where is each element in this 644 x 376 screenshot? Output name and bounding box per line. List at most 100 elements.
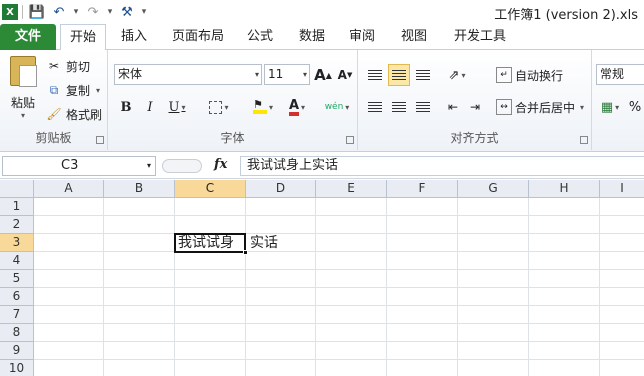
font-group: 宋体 ▾ 11 ▾ A ▲ A ▼ B I U ▾ ▾ ⚑ ▾ A ▾ wén … [108, 50, 358, 150]
customize-qat-icon[interactable]: ▾ [139, 2, 149, 22]
tab-home[interactable]: 开始 [60, 24, 106, 51]
tab-page-layout[interactable]: 页面布局 [164, 24, 232, 50]
column-header-h[interactable]: H [529, 180, 600, 198]
orientation-dropdown-icon[interactable]: ▾ [461, 71, 465, 80]
percent-label: % [628, 99, 642, 115]
top-align-button[interactable] [364, 64, 386, 86]
copy-button[interactable]: ⧉ 复制 ▾ [46, 80, 100, 100]
cut-button[interactable]: ✂ 剪切 [46, 56, 90, 76]
decrease-indent-button[interactable]: ⇤ [442, 96, 464, 118]
paste-dropdown-icon[interactable]: ▾ [6, 111, 40, 120]
column-header-e[interactable]: E [316, 180, 387, 198]
formula-input[interactable]: 我试试身上实话 [240, 156, 644, 176]
font-size-dropdown-icon[interactable]: ▾ [303, 65, 307, 84]
worksheet-grid[interactable]: A B C D E F G H I 1 2 3 4 5 6 7 8 9 10 我… [0, 180, 644, 376]
column-header-c[interactable]: C [175, 180, 246, 198]
redo-icon[interactable]: ↷ [83, 2, 103, 22]
row-header-9[interactable]: 9 [0, 342, 34, 360]
save-icon[interactable]: 💾 [27, 2, 47, 22]
copy-dropdown-icon[interactable]: ▾ [96, 86, 100, 95]
column-header-b[interactable]: B [104, 180, 175, 198]
font-size-combo[interactable]: 11 ▾ [264, 64, 310, 85]
align-right-button[interactable] [412, 96, 434, 118]
insert-function-button[interactable]: fx [214, 157, 227, 172]
currency-button[interactable]: ▦ ▾ [598, 96, 622, 118]
formula-splitter-handle[interactable] [162, 159, 202, 173]
underline-dropdown-icon[interactable]: ▾ [181, 103, 185, 112]
gridline [457, 198, 458, 376]
tab-insert[interactable]: 插入 [112, 24, 156, 50]
row-header-3[interactable]: 3 [0, 234, 34, 252]
row-header-4[interactable]: 4 [0, 252, 34, 270]
row-header-5[interactable]: 5 [0, 270, 34, 288]
percent-button[interactable]: % [626, 96, 644, 118]
number-format-combo[interactable]: 常规 [596, 64, 644, 85]
tab-developer[interactable]: 开发工具 [446, 24, 514, 50]
italic-button[interactable]: I [140, 96, 160, 118]
gridline [174, 198, 175, 376]
wrap-text-label: 自动换行 [515, 68, 564, 83]
row-header-1[interactable]: 1 [0, 198, 34, 216]
column-header-a[interactable]: A [34, 180, 104, 198]
borders-button[interactable]: ▾ [204, 96, 234, 118]
tab-file[interactable]: 文件 [0, 24, 56, 50]
tab-review[interactable]: 审阅 [340, 24, 384, 50]
bottom-align-icon [416, 69, 430, 81]
wrap-text-icon: ↵ [496, 67, 512, 83]
undo-icon[interactable]: ↶ [49, 2, 69, 22]
column-header-f[interactable]: F [387, 180, 458, 198]
name-box-dropdown-icon[interactable]: ▾ [147, 157, 151, 175]
column-header-i[interactable]: I [600, 180, 644, 198]
gridline [34, 269, 644, 270]
bottom-align-button[interactable] [412, 64, 434, 86]
alignment-launcher-icon[interactable] [580, 136, 588, 144]
row-header-7[interactable]: 7 [0, 306, 34, 324]
tab-data[interactable]: 数据 [290, 24, 334, 50]
column-header-d[interactable]: D [246, 180, 316, 198]
row-header-10[interactable]: 10 [0, 360, 34, 376]
fill-handle[interactable] [243, 250, 248, 255]
font-color-dropdown-icon[interactable]: ▾ [301, 103, 305, 112]
align-center-button[interactable] [388, 96, 410, 118]
tab-formulas[interactable]: 公式 [238, 24, 282, 50]
gridline [34, 251, 644, 252]
row-header-8[interactable]: 8 [0, 324, 34, 342]
borders-dropdown-icon[interactable]: ▾ [224, 103, 228, 112]
column-header-g[interactable]: G [458, 180, 529, 198]
underline-button[interactable]: U ▾ [164, 96, 190, 118]
font-name-combo[interactable]: 宋体 ▾ [114, 64, 262, 85]
format-painter-button[interactable]: 🖌 格式刷 [46, 104, 102, 124]
paste-button[interactable]: 粘贴 ▾ [6, 56, 40, 128]
wrap-text-button[interactable]: ↵ 自动换行 [496, 64, 563, 86]
align-center-icon [392, 101, 406, 113]
phonetic-dropdown-icon[interactable]: ▾ [345, 103, 349, 112]
merge-center-button[interactable]: ↔ 合并后居中 ▾ [496, 96, 584, 118]
merge-center-dropdown-icon[interactable]: ▾ [580, 103, 584, 112]
increase-indent-button[interactable]: ⇥ [464, 96, 486, 118]
name-box[interactable]: C3 ▾ [2, 156, 156, 176]
middle-align-button[interactable] [388, 64, 410, 86]
row-header-2[interactable]: 2 [0, 216, 34, 234]
clipboard-launcher-icon[interactable] [96, 136, 104, 144]
currency-dropdown-icon[interactable]: ▾ [615, 103, 619, 112]
select-all-button[interactable] [0, 180, 34, 198]
redo-dropdown-icon[interactable]: ▾ [105, 2, 115, 22]
font-color-button[interactable]: A ▾ [282, 96, 312, 118]
align-left-button[interactable] [364, 96, 386, 118]
orientation-button[interactable]: ⇗ ▾ [442, 64, 472, 86]
tab-view[interactable]: 视图 [392, 24, 436, 50]
tools-icon[interactable]: ⚒ [117, 2, 137, 22]
fill-color-button[interactable]: ⚑ ▾ [248, 96, 278, 118]
bold-button[interactable]: B [116, 96, 136, 118]
undo-dropdown-icon[interactable]: ▾ [71, 2, 81, 22]
font-launcher-icon[interactable] [346, 136, 354, 144]
alignment-group-label: 对齐方式 [450, 131, 499, 145]
fill-color-dropdown-icon[interactable]: ▾ [269, 103, 273, 112]
font-name-dropdown-icon[interactable]: ▾ [255, 65, 259, 84]
phonetic-button[interactable]: wén ▾ [320, 96, 354, 118]
row-header-6[interactable]: 6 [0, 288, 34, 306]
middle-align-icon [392, 69, 406, 81]
font-name-value: 宋体 [118, 67, 143, 81]
grow-font-button[interactable]: A ▲ [314, 64, 332, 86]
shrink-font-button[interactable]: A ▼ [336, 64, 354, 86]
